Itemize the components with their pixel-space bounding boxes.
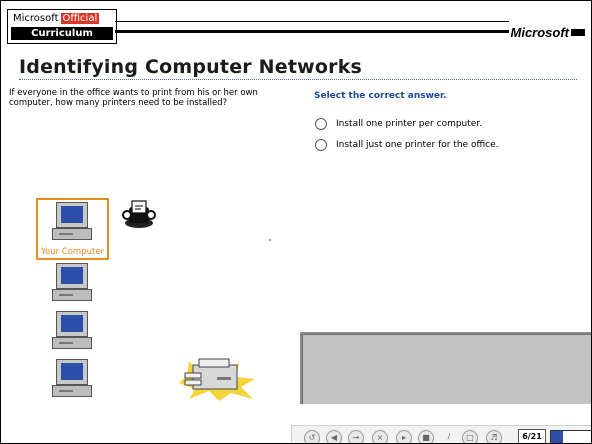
- progress-bar: [550, 430, 591, 443]
- computer-icon: [50, 200, 94, 244]
- microsoft-brand: Microsoft: [510, 25, 570, 40]
- logo-curriculum-text: Curriculum: [11, 27, 113, 40]
- your-computer: Your Computer: [36, 198, 109, 260]
- stop-icon[interactable]: ×: [372, 430, 388, 443]
- header-thin-line: [115, 21, 509, 22]
- navigation-bar: ↺ ◀ → × ▸ ■ / □ ♬ 6/21: [291, 425, 591, 443]
- header-end-block: [571, 29, 585, 36]
- title-divider: [19, 79, 577, 80]
- audio-icon[interactable]: ♬: [486, 430, 502, 443]
- computer-icon: [50, 309, 94, 353]
- logo-microsoft-text: Microsoft: [13, 13, 59, 24]
- back-icon[interactable]: ↺: [304, 430, 320, 443]
- computer-icon: [50, 261, 94, 305]
- printer-icon: [179, 358, 255, 401]
- radio-button-icon[interactable]: [315, 118, 327, 130]
- question-text: If everyone in the office wants to print…: [9, 88, 258, 108]
- your-computer-label: Your Computer: [40, 247, 105, 257]
- computer-icon: [50, 357, 94, 401]
- rolodex-icon: [122, 200, 156, 228]
- pen-icon[interactable]: /: [442, 430, 456, 443]
- answer-option-1[interactable]: Install one printer per computer.: [315, 117, 482, 131]
- answer-option-label: Install one printer per computer.: [336, 119, 483, 129]
- forward-icon[interactable]: →: [348, 430, 364, 443]
- lesson-frame: Microsoft Official Curriculum Microsoft I…: [0, 0, 592, 444]
- progress-bar-fill: [551, 431, 563, 443]
- page-title: Identifying Computer Networks: [19, 56, 363, 78]
- answer-option-label: Install just one printer for the office.: [336, 140, 499, 150]
- microsoft-official-curriculum-logo: Microsoft Official Curriculum: [7, 9, 117, 44]
- feedback-panel: [300, 332, 591, 404]
- instruction-text: Select the correct answer.: [314, 91, 447, 101]
- page-counter: 6/21: [518, 429, 546, 443]
- previous-icon[interactable]: ◀: [326, 430, 342, 443]
- header-bar: [115, 30, 509, 33]
- caption-icon[interactable]: □: [462, 430, 478, 443]
- pause-icon[interactable]: ■: [418, 430, 434, 443]
- radio-button-icon[interactable]: [315, 139, 327, 151]
- logo-official-text: Official: [60, 13, 100, 24]
- play-icon[interactable]: ▸: [396, 430, 412, 443]
- answer-option-2[interactable]: Install just one printer for the office.: [315, 138, 499, 152]
